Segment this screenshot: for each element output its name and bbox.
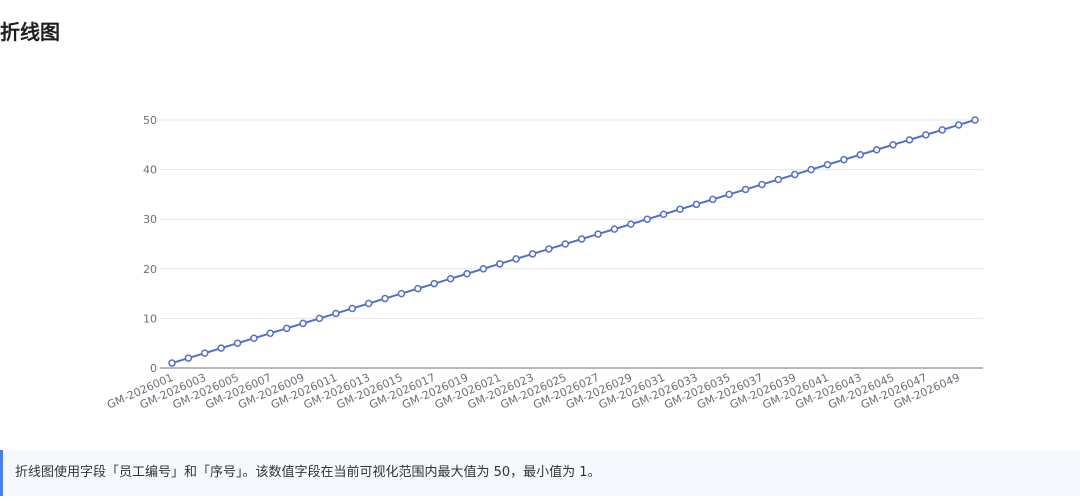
data-point[interactable] [823, 160, 832, 169]
data-point[interactable] [905, 136, 914, 144]
y-tick-label: 10 [143, 312, 157, 325]
data-point[interactable] [577, 235, 586, 243]
data-point[interactable] [610, 225, 619, 233]
data-point[interactable] [627, 220, 635, 228]
data-point[interactable] [922, 131, 930, 139]
data-point[interactable] [856, 150, 865, 159]
data-point[interactable] [938, 126, 946, 134]
data-point[interactable] [479, 265, 488, 273]
data-point[interactable] [741, 185, 750, 194]
data-point[interactable] [282, 324, 291, 333]
data-point[interactable] [561, 240, 570, 248]
data-point[interactable] [807, 165, 815, 174]
data-point[interactable] [872, 146, 881, 154]
y-tick-label: 0 [150, 362, 157, 375]
data-point[interactable] [233, 339, 242, 347]
grid-lines [160, 119, 983, 319]
data-point[interactable] [463, 270, 471, 278]
data-point[interactable] [299, 319, 307, 328]
data-point[interactable] [954, 121, 963, 129]
data-point[interactable] [332, 309, 340, 318]
y-tick-label: 50 [143, 114, 157, 127]
data-point[interactable] [659, 210, 668, 218]
data-point[interactable] [709, 195, 717, 204]
y-tick-label: 20 [143, 263, 157, 276]
data-point[interactable] [496, 260, 504, 268]
data-point[interactable] [430, 279, 438, 288]
y-tick-label: 30 [143, 213, 157, 226]
data-point[interactable] [184, 354, 193, 362]
data-point[interactable] [168, 359, 176, 367]
data-point[interactable] [692, 200, 701, 209]
data-point[interactable] [397, 289, 406, 298]
data-point[interactable] [790, 170, 799, 179]
data-point[interactable] [201, 349, 209, 357]
data-point[interactable] [725, 190, 733, 199]
series-layer [168, 116, 979, 367]
y-tick-label: 40 [143, 164, 157, 177]
data-point[interactable] [545, 245, 553, 253]
data-point[interactable] [315, 314, 324, 323]
data-point[interactable] [266, 329, 275, 338]
data-point[interactable] [971, 116, 979, 124]
x-axis: GM-2026001GM-2026003GM-2026005GM-2026007… [105, 367, 983, 412]
data-point[interactable] [528, 250, 537, 258]
y-axis: 0 10 20 30 40 50 [143, 114, 157, 375]
data-point[interactable] [348, 304, 357, 313]
data-point[interactable] [446, 274, 455, 283]
data-point[interactable] [414, 284, 422, 293]
data-point[interactable] [676, 205, 684, 214]
data-point[interactable] [250, 334, 258, 342]
data-point[interactable] [512, 255, 520, 263]
data-point[interactable] [364, 299, 373, 308]
data-point[interactable] [889, 141, 897, 149]
data-point[interactable] [594, 230, 602, 238]
line-chart: 0 10 20 30 40 50 GM-2026001GM-2026003GM-20260… [105, 114, 983, 412]
data-point[interactable] [381, 294, 389, 303]
data-point[interactable] [774, 175, 783, 184]
chart-description-note: 折线图使用字段「员工编号」和「序号」。该数值字段在当前可视化范围内最大值为 50… [0, 450, 1080, 496]
data-point[interactable] [758, 180, 766, 189]
data-point[interactable] [217, 344, 225, 352]
data-point[interactable] [840, 155, 848, 164]
series-line [171, 119, 976, 364]
data-point[interactable] [643, 215, 651, 223]
